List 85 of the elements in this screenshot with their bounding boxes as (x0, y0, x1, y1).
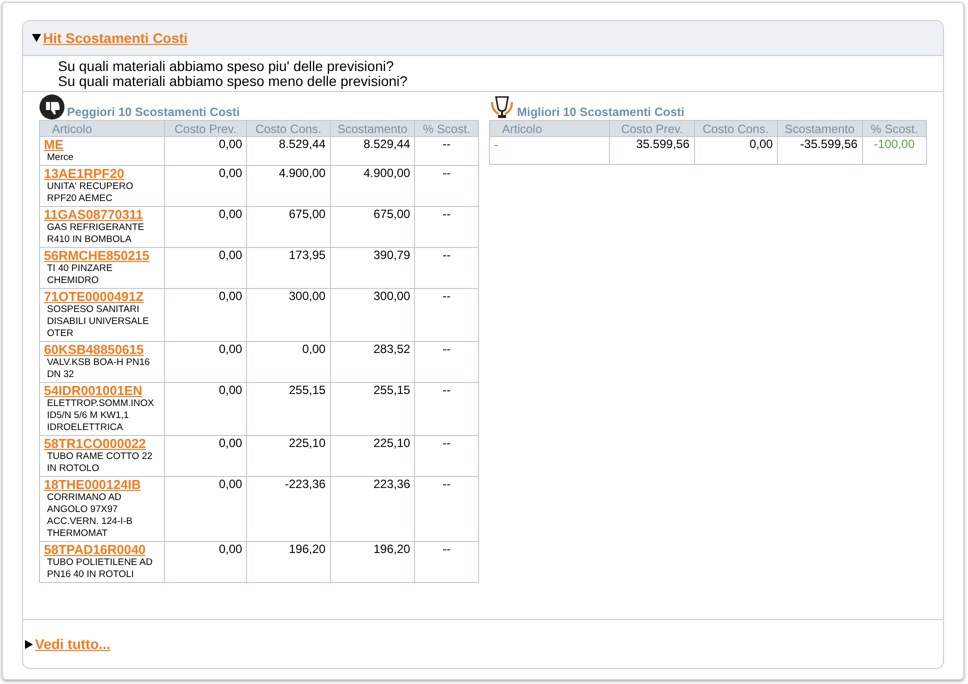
actual-cost: 675,00 (288, 207, 326, 221)
article-code-link[interactable]: 58TPAD16R0040 (44, 542, 146, 557)
planned-cost: 0,00 (218, 248, 242, 262)
deviation-percent: -- (442, 436, 451, 450)
planned-cost: 0,00 (218, 383, 242, 397)
deviation-value: 300,00 (374, 289, 410, 303)
deviation-value: 390,79 (374, 248, 410, 262)
actual-cost: -223,36 (284, 477, 326, 491)
deviation-percent: -- (442, 477, 451, 491)
article-code-link[interactable]: 60KSB48850615 (44, 342, 144, 357)
planned-cost: 0,00 (218, 436, 242, 450)
article-code-link[interactable]: 56RMCHE850215 (44, 248, 150, 263)
deviation-percent: -- (442, 383, 451, 397)
table-title: Migliori 10 Scostamenti Costi (516, 105, 684, 119)
column-header: Scostamento (777, 120, 862, 136)
deviation-value: 4.900,00 (363, 166, 410, 180)
column-header: Articolo (489, 120, 610, 136)
article-code-link[interactable]: 11GAS08770311 (44, 207, 144, 222)
column-header: Costo Cons. (694, 120, 778, 136)
article-description: CORRIMANO AD ANGOLO 97X97 ACC.VERN. 124-I-B THERMOMAT (46, 492, 134, 540)
column-header: Articolo (40, 120, 164, 136)
planned-cost: 0,00 (218, 166, 242, 180)
deviation-percent: -100,00 (874, 137, 915, 151)
deviation-value: 196,20 (374, 542, 410, 556)
actual-cost: 300,00 (288, 289, 326, 303)
planned-cost: 35.599,56 (636, 137, 690, 151)
article-description: TUBO RAME COTTO 22 IN ROTOLO (46, 451, 154, 475)
actual-cost: 8.529,44 (278, 137, 326, 151)
actual-cost: 196,20 (288, 542, 326, 556)
deviation-percent: -- (442, 137, 451, 151)
see-all-link[interactable]: Vedi tutto... (35, 636, 110, 652)
column-header: % Scost. (414, 120, 478, 136)
column-header: Costo Prev. (164, 120, 247, 136)
article-code-link[interactable]: 13AE1RPF20 (44, 166, 124, 181)
article-code-link[interactable]: 71OTE0000491Z (44, 289, 144, 304)
article-code-link[interactable]: - (494, 137, 498, 152)
panel-title-link[interactable]: Hit Scostamenti Costi (43, 30, 188, 46)
deviation-value: 283,52 (374, 342, 410, 356)
actual-cost: 4.900,00 (278, 166, 326, 180)
actual-cost: 0,00 (302, 342, 326, 356)
article-description: UNITA' RECUPERO RPF20 AEMEC (46, 181, 134, 205)
column-header: Costo Cons. (246, 120, 330, 136)
article-code-link[interactable]: ME (44, 137, 64, 152)
planned-cost: 0,00 (218, 289, 242, 303)
question-text: Su quali materiali abbiamo speso piu' delle previsioni? (58, 59, 395, 74)
deviation-percent: -- (442, 248, 451, 262)
deviation-value: -35.599,56 (800, 137, 858, 151)
article-description: TUBO POLIETILENE AD PN16 40 IN ROTOLI (46, 557, 154, 581)
deviation-value: 255,15 (374, 383, 410, 397)
planned-cost: 0,00 (218, 477, 242, 491)
article-code-link[interactable]: 58TR1CO000022 (44, 436, 146, 451)
article-description: VALV.KSB BOA-H PN16 DN 32 (46, 357, 151, 381)
planned-cost: 0,00 (218, 342, 242, 356)
actual-cost: 255,15 (288, 383, 326, 397)
deviation-value: 675,00 (374, 207, 410, 221)
article-description: SOSPESO SANITARI DISABILI UNIVERSALE OTER (46, 304, 150, 340)
deviation-percent: -- (442, 166, 451, 180)
deviation-percent: -- (442, 542, 451, 556)
question-text: Su quali materiali abbiamo speso meno delle previsioni? (58, 74, 408, 89)
article-description: GAS REFRIGERANTE R410 IN BOMBOLA (46, 222, 146, 246)
expand-icon[interactable] (25, 640, 33, 648)
actual-cost: 173,95 (288, 248, 326, 262)
article-description: Merce (46, 152, 74, 164)
article-description: TI 40 PINZARE CHEMIDRO (46, 263, 114, 287)
deviation-value: 223,36 (374, 477, 410, 491)
trophy-icon (488, 96, 515, 120)
collapse-icon[interactable] (32, 34, 41, 42)
actual-cost: 0,00 (749, 137, 773, 151)
column-header: % Scost. (862, 120, 926, 136)
deviation-percent: -- (442, 207, 451, 221)
actual-cost: 225,10 (288, 436, 326, 450)
column-header: Scostamento (330, 120, 415, 136)
article-code-link[interactable]: 54IDR001001EN (44, 383, 142, 398)
planned-cost: 0,00 (218, 542, 242, 556)
column-header: Costo Prev. (610, 120, 694, 136)
article-code-link[interactable]: 18THE000124IB (44, 477, 141, 492)
deviation-percent: -- (442, 289, 451, 303)
table-title: Peggiori 10 Scostamenti Costi (67, 105, 240, 119)
deviation-value: 225,10 (374, 436, 410, 450)
deviation-value: 8.529,44 (363, 137, 410, 151)
thumbs-down-icon (39, 94, 65, 120)
planned-cost: 0,00 (218, 137, 242, 151)
deviation-percent: -- (442, 342, 451, 356)
planned-cost: 0,00 (218, 207, 242, 221)
article-description: ELETTROP.SOMM.INOX ID5/N 5/6 M KW1,1 IDROELETTRICA (46, 398, 155, 434)
